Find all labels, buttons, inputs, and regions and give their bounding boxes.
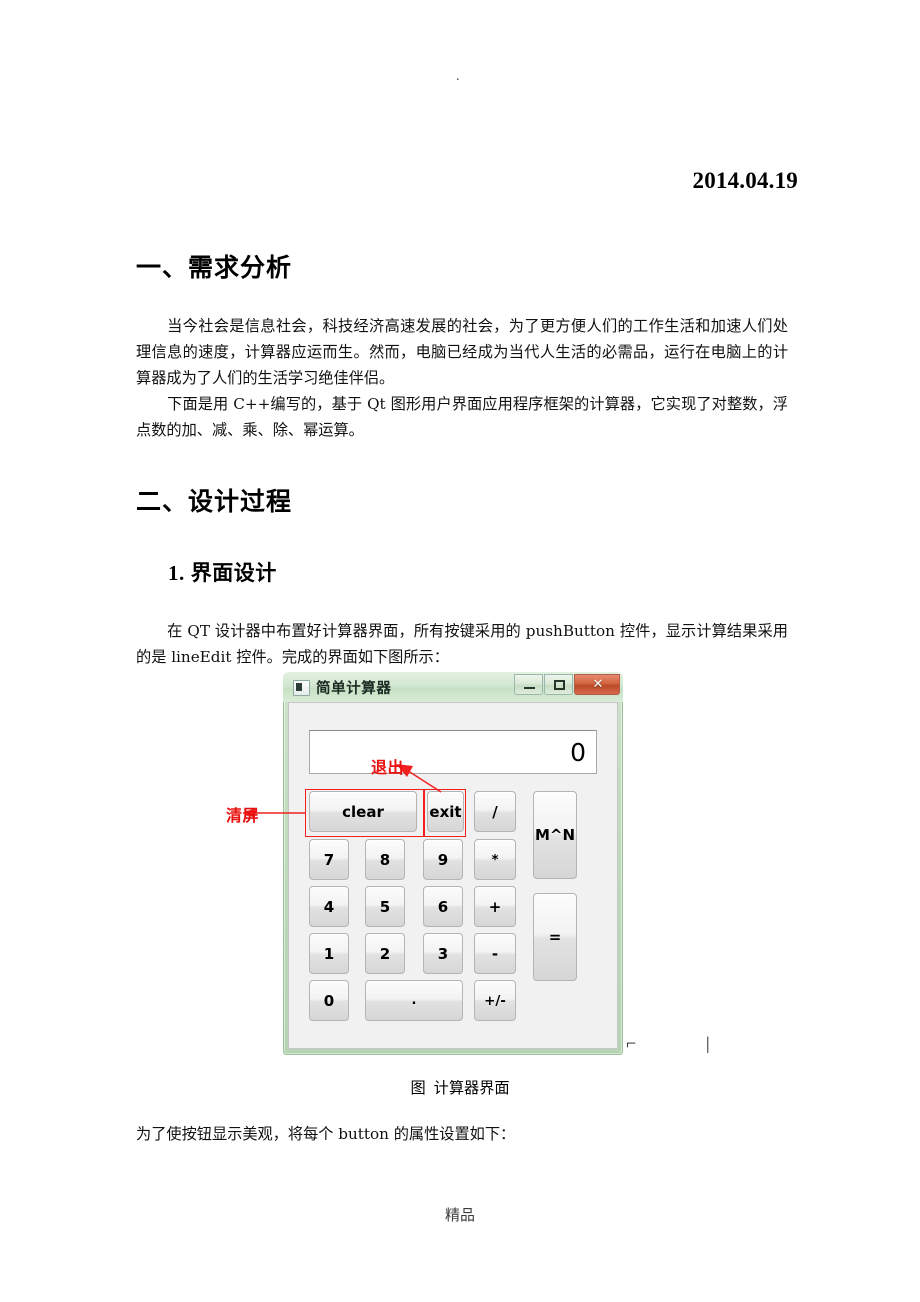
annotation-box-exit bbox=[423, 789, 466, 837]
sign-toggle-button[interactable]: +/- bbox=[474, 980, 516, 1021]
application-icon bbox=[293, 680, 310, 696]
multiply-button[interactable]: * bbox=[474, 839, 516, 880]
figure-caption-text: 计算器界面 bbox=[433, 1079, 510, 1097]
subheading-ui-design: 1. 界面设计 bbox=[168, 557, 277, 587]
equals-button[interactable]: = bbox=[533, 893, 577, 981]
decimal-point-button[interactable]: . bbox=[365, 980, 463, 1021]
subheading-label: 界面设计 bbox=[190, 560, 277, 585]
document-date: 2014.04.19 bbox=[692, 168, 798, 193]
stray-mark-2: | bbox=[706, 1033, 710, 1053]
annotation-label-exit: 退出 bbox=[371, 758, 405, 777]
close-glyph: ✕ bbox=[592, 677, 604, 692]
paragraph-text: 下面是用 C++编写的，基于 Qt 图形用户界面应用程序框架的计算器，它实现了对… bbox=[136, 395, 788, 439]
document-page: . 2014.04.19 一、需求分析 当今社会是信息社会，科技经济高速发展的社… bbox=[0, 0, 920, 1302]
heading-design-process: 二、设计过程 bbox=[136, 487, 293, 516]
paragraph-text: 在 QT 设计器中布置好计算器界面，所有按键采用的 pushButton 控件，… bbox=[136, 622, 788, 666]
annotation-label-clear: 清屏 bbox=[226, 806, 260, 825]
calculator-client-area: 0 clear exit / M^N 7 8 9 * 4 5 6 + 1 2 3… bbox=[288, 702, 618, 1049]
paragraph-text: 当今社会是信息社会，科技经济高速发展的社会，为了更方便人们的工作生活和加速人们处… bbox=[136, 317, 788, 387]
digit-7-button[interactable]: 7 bbox=[309, 839, 349, 880]
stray-mark-1: ⌐ bbox=[626, 1033, 637, 1053]
paragraph-design-1: 在 QT 设计器中布置好计算器界面，所有按键采用的 pushButton 控件，… bbox=[136, 618, 788, 670]
digit-2-button[interactable]: 2 bbox=[365, 933, 405, 974]
minus-button[interactable]: - bbox=[474, 933, 516, 974]
digit-1-button[interactable]: 1 bbox=[309, 933, 349, 974]
figure-caption: 图计算器界面 bbox=[0, 1076, 920, 1098]
minimize-icon[interactable] bbox=[514, 674, 543, 695]
digit-0-button[interactable]: 0 bbox=[309, 980, 349, 1021]
power-button[interactable]: M^N bbox=[533, 791, 577, 879]
figure-caption-label: 图 bbox=[410, 1079, 426, 1097]
subheading-number: 1. bbox=[168, 561, 185, 585]
window-controls: ✕ bbox=[513, 674, 620, 695]
digit-5-button[interactable]: 5 bbox=[365, 886, 405, 927]
digit-8-button[interactable]: 8 bbox=[365, 839, 405, 880]
paragraph-below-figure: 为了使按钮显示美观，将每个 button 的属性设置如下： bbox=[136, 1121, 788, 1147]
digit-6-button[interactable]: 6 bbox=[423, 886, 463, 927]
annotation-box-clear bbox=[305, 789, 425, 837]
maximize-glyph bbox=[554, 680, 565, 690]
paragraph-requirements-2: 下面是用 C++编写的，基于 Qt 图形用户界面应用程序框架的计算器，它实现了对… bbox=[136, 391, 788, 443]
maximize-icon[interactable] bbox=[544, 674, 573, 695]
close-icon[interactable]: ✕ bbox=[574, 674, 620, 695]
plus-button[interactable]: + bbox=[474, 886, 516, 927]
figure-calculator-screenshot: 简单计算器 ✕ 0 clear exit / M^N 7 8 9 * 4 5 6… bbox=[226, 672, 623, 1055]
paragraph-text: 为了使按钮显示美观，将每个 button 的属性设置如下： bbox=[136, 1125, 516, 1143]
minimize-glyph bbox=[524, 687, 535, 689]
window-title: 简单计算器 bbox=[316, 681, 392, 697]
top-dot-mark: . bbox=[456, 69, 460, 84]
digit-3-button[interactable]: 3 bbox=[423, 933, 463, 974]
calculator-titlebar: 简单计算器 ✕ bbox=[283, 672, 623, 702]
divide-button[interactable]: / bbox=[474, 791, 516, 832]
page-footer: 精品 bbox=[444, 1206, 475, 1224]
paragraph-requirements-1: 当今社会是信息社会，科技经济高速发展的社会，为了更方便人们的工作生活和加速人们处… bbox=[136, 313, 788, 391]
digit-9-button[interactable]: 9 bbox=[423, 839, 463, 880]
digit-4-button[interactable]: 4 bbox=[309, 886, 349, 927]
heading-requirements-analysis: 一、需求分析 bbox=[136, 253, 293, 282]
keypad-grid: clear exit / M^N 7 8 9 * 4 5 6 + 1 2 3 -… bbox=[289, 703, 619, 1050]
